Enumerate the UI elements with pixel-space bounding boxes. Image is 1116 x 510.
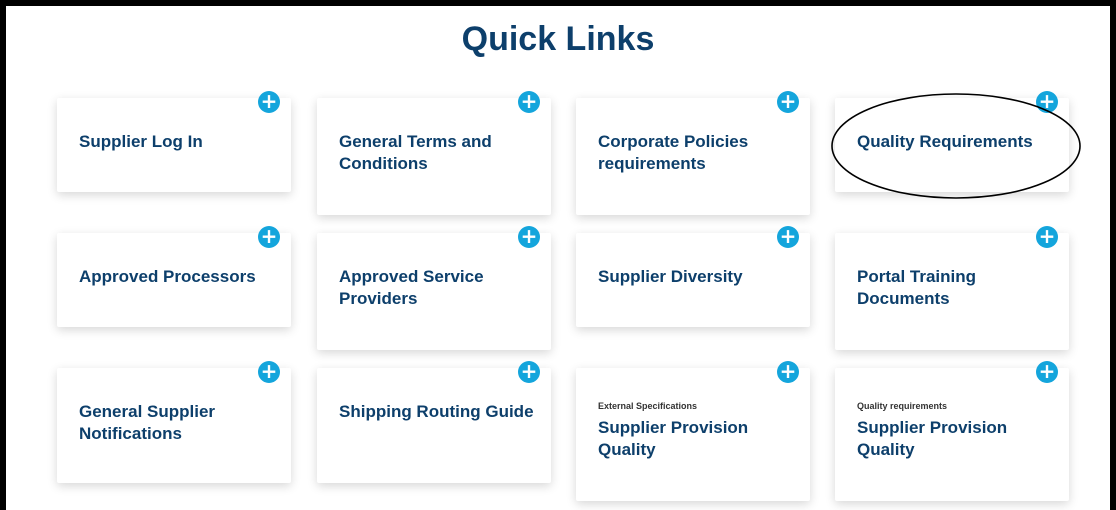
card-label: Supplier Diversity [598,267,743,286]
card-supplier-diversity[interactable]: + Supplier Diversity [576,226,810,327]
card-supplier-provision-quality-external[interactable]: + External Specifications Supplier Provi… [576,361,810,501]
plus-circle-icon[interactable]: + [1036,226,1058,248]
plus-circle-icon[interactable]: + [518,91,540,113]
card-label: Approved Service Providers [339,267,484,308]
card-label: General Supplier Notifications [79,402,216,443]
card-supplier-log-in[interactable]: + Supplier Log In [57,91,291,192]
card-general-supplier-notifications[interactable]: + General Supplier Notifications [57,361,291,483]
plus-circle-icon[interactable]: + [777,91,799,113]
card-sublabel: External Specifications [598,401,698,411]
card-label: General Terms and Conditions [339,132,492,173]
card-label: Approved Processors [79,267,256,286]
card-label: Portal Training Documents [857,267,977,308]
plus-circle-icon[interactable]: + [1036,361,1058,383]
card-approved-processors[interactable]: + Approved Processors [57,226,291,327]
plus-circle-icon[interactable]: + [777,361,799,383]
card-label: Supplier Log In [79,132,203,151]
card-supplier-provision-quality-requirements[interactable]: + Quality requirements Supplier Provisio… [835,361,1069,501]
card-general-terms-and-conditions[interactable]: + General Terms and Conditions [317,91,551,215]
plus-circle-icon[interactable]: + [258,361,280,383]
plus-circle-icon[interactable]: + [777,226,799,248]
plus-circle-icon[interactable]: + [258,91,280,113]
card-approved-service-providers[interactable]: + Approved Service Providers [317,226,551,350]
plus-circle-icon[interactable]: + [258,226,280,248]
plus-circle-icon[interactable]: + [518,226,540,248]
plus-circle-icon[interactable]: + [518,361,540,383]
card-sublabel: Quality requirements [857,401,948,411]
card-shipping-routing-guide[interactable]: + Shipping Routing Guide [317,361,551,483]
page-title: Quick Links [461,20,655,58]
card-label: Supplier Provision Quality [857,418,1008,459]
card-portal-training-documents[interactable]: + Portal Training Documents [835,226,1069,350]
card-label: Corporate Policies requirements [598,132,749,173]
card-corporate-policies-requirements[interactable]: + Corporate Policies requirements [576,91,810,215]
card-label: Supplier Provision Quality [598,418,749,459]
card-label: Shipping Routing Guide [339,402,534,421]
highlight-ellipse-annotation [831,93,1081,199]
